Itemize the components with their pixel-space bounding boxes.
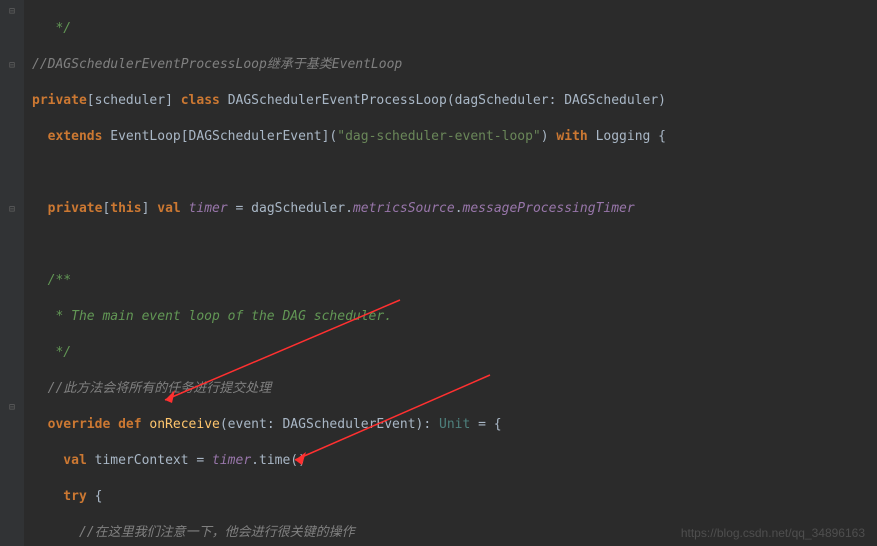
watermark: https://blog.csdn.net/qq_34896163 xyxy=(681,526,865,540)
fold-icon[interactable]: ⊟ xyxy=(0,398,24,416)
fold-icon[interactable]: ⊟ xyxy=(0,200,24,218)
fold-icon[interactable]: ⊟ xyxy=(0,56,24,74)
code-text: */ xyxy=(32,21,71,36)
fold-icon[interactable]: ⊟ xyxy=(0,2,24,20)
code-comment: //DAGSchedulerEventProcessLoop继承于基类Event… xyxy=(32,57,402,72)
gutter: ⊟ ⊟ ⊟ ⊟ xyxy=(0,0,24,546)
code-content[interactable]: */ //DAGSchedulerEventProcessLoop继承于基类Ev… xyxy=(24,0,877,546)
code-editor[interactable]: ⊟ ⊟ ⊟ ⊟ */ //DAGSchedulerEventProcessLoo… xyxy=(0,0,877,546)
